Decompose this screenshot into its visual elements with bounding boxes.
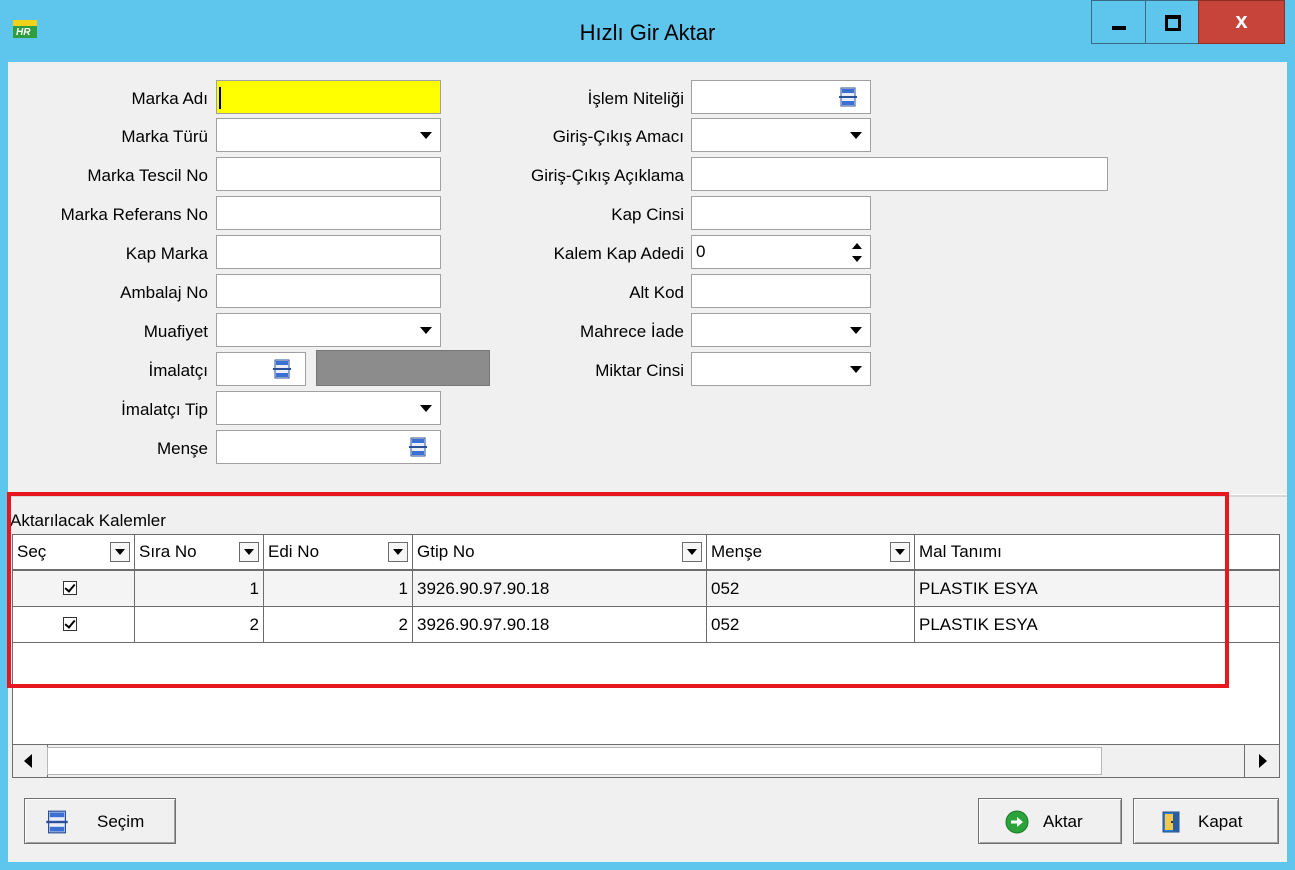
lookup-picker-icon [45, 810, 69, 834]
minimize-icon [1112, 26, 1126, 30]
label-kap-cinsi: Kap Cinsi [611, 205, 684, 224]
label-marka-referans-no: Marka Referans No [60, 205, 208, 224]
title-bar[interactable]: HR Hızlı Gir Aktar x [0, 0, 1295, 62]
alt-kod-input[interactable] [691, 274, 871, 308]
maximize-button[interactable] [1145, 0, 1199, 44]
label-alt-kod: Alt Kod [629, 283, 684, 302]
islem-niteligi-input[interactable] [691, 80, 871, 114]
column-header-mal-tanimi[interactable]: Mal Tanımı [915, 535, 1279, 569]
label-mahrece-iade: Mahrece İade [580, 322, 684, 341]
cell-mal-tanimi: PLASTIK ESYA [919, 579, 1038, 598]
imalatci-input[interactable] [216, 352, 306, 386]
scroll-left-icon[interactable] [13, 745, 48, 777]
grid-caption: Aktarılacak Kalemler [10, 511, 166, 530]
column-header-mense[interactable]: Menşe [707, 535, 915, 569]
checkbox-checked-icon[interactable] [63, 581, 77, 595]
chevron-down-icon[interactable] [850, 327, 862, 334]
items-grid[interactable]: Seç Sıra No Edi No Gtip No Menşe Mal Tan… [12, 534, 1280, 778]
cell-sira-no: 2 [135, 607, 264, 642]
label-marka-turu: Marka Türü [121, 127, 208, 146]
label-giris-cikis-amaci: Giriş-Çıkış Amacı [552, 127, 684, 146]
scroll-thumb[interactable] [47, 747, 1102, 775]
column-filter-icon[interactable] [890, 542, 910, 562]
horizontal-scrollbar[interactable] [12, 744, 1280, 778]
label-kalem-kap-adedi: Kalem Kap Adedi [553, 244, 684, 263]
cell-mense: 052 [707, 607, 915, 642]
cell-gtip-no: 3926.90.97.90.18 [413, 607, 707, 642]
column-header-sec[interactable]: Seç [13, 535, 135, 569]
column-header-edi-no[interactable]: Edi No [264, 535, 413, 569]
mense-input[interactable] [216, 430, 441, 464]
text-caret [219, 87, 221, 109]
spin-down-icon[interactable] [852, 256, 862, 262]
spin-up-icon[interactable] [852, 243, 862, 249]
miktar-cinsi-dropdown[interactable] [691, 352, 871, 386]
arrow-right-circle-icon [1005, 810, 1029, 834]
close-button[interactable]: x [1198, 0, 1285, 44]
kap-cinsi-input[interactable] [691, 196, 871, 230]
section-divider [8, 494, 1287, 497]
secim-button[interactable]: Seçim [24, 798, 176, 844]
label-miktar-cinsi: Miktar Cinsi [595, 361, 684, 380]
mahrece-iade-dropdown[interactable] [691, 313, 871, 347]
label-islem-niteligi: İşlem Niteliği [587, 89, 684, 108]
cell-gtip-no: 3926.90.97.90.18 [413, 571, 707, 606]
grid-header: Seç Sıra No Edi No Gtip No Menşe Mal Tan… [13, 535, 1279, 571]
chevron-down-icon[interactable] [420, 405, 432, 412]
close-icon: x [1235, 8, 1248, 33]
checkbox-checked-icon[interactable] [63, 617, 77, 631]
label-kap-marka: Kap Marka [125, 244, 208, 263]
label-ambalaj-no: Ambalaj No [120, 283, 208, 302]
label-muafiyet: Muafiyet [143, 322, 208, 341]
label-imalatci-tip: İmalatçı Tip [121, 400, 208, 419]
giris-cikis-aciklama-input[interactable] [691, 157, 1108, 191]
exit-door-icon [1162, 811, 1180, 833]
kapat-button[interactable]: Kapat [1133, 798, 1279, 844]
lookup-picker-icon[interactable] [273, 359, 291, 379]
maximize-icon [1165, 15, 1181, 31]
imalatci-tip-dropdown[interactable] [216, 391, 441, 425]
cell-sec[interactable] [13, 607, 135, 642]
scroll-right-icon[interactable] [1244, 745, 1279, 777]
cell-mense: 052 [707, 571, 915, 606]
chevron-down-icon[interactable] [850, 132, 862, 139]
column-filter-icon[interactable] [239, 542, 259, 562]
label-marka-adi: Marka Adı [131, 89, 208, 108]
column-header-sira-no[interactable]: Sıra No [135, 535, 264, 569]
column-filter-icon[interactable] [388, 542, 408, 562]
kalem-kap-adedi-stepper[interactable]: 0 [691, 235, 871, 269]
cell-edi-no: 2 [264, 607, 413, 642]
cell-sec[interactable] [13, 571, 135, 606]
lookup-picker-icon[interactable] [409, 437, 427, 457]
chevron-down-icon[interactable] [850, 366, 862, 373]
column-header-gtip-no[interactable]: Gtip No [413, 535, 707, 569]
window: HR Hızlı Gir Aktar x Marka Adı Marka Tür… [0, 0, 1295, 870]
label-marka-tescil-no: Marka Tescil No [87, 166, 208, 185]
aktar-button[interactable]: Aktar [978, 798, 1122, 844]
cell-sira-no: 1 [135, 571, 264, 606]
label-mense: Menşe [156, 439, 208, 458]
cell-edi-no: 1 [264, 571, 413, 606]
label-imalatci: İmalatçı [148, 361, 208, 380]
table-row[interactable]: 2 2 3926.90.97.90.18 052 PLASTIK ESYA [13, 607, 1279, 643]
lookup-picker-icon[interactable] [839, 87, 857, 107]
minimize-button[interactable] [1091, 0, 1146, 44]
cell-mal-tanimi: PLASTIK ESYA [919, 615, 1038, 634]
column-filter-icon[interactable] [682, 542, 702, 562]
giris-cikis-amaci-dropdown[interactable] [691, 118, 871, 152]
column-filter-icon[interactable] [110, 542, 130, 562]
label-giris-cikis-aciklama: Giriş-Çıkış Açıklama [530, 166, 684, 185]
table-row[interactable]: 1 1 3926.90.97.90.18 052 PLASTIK ESYA [13, 571, 1279, 607]
